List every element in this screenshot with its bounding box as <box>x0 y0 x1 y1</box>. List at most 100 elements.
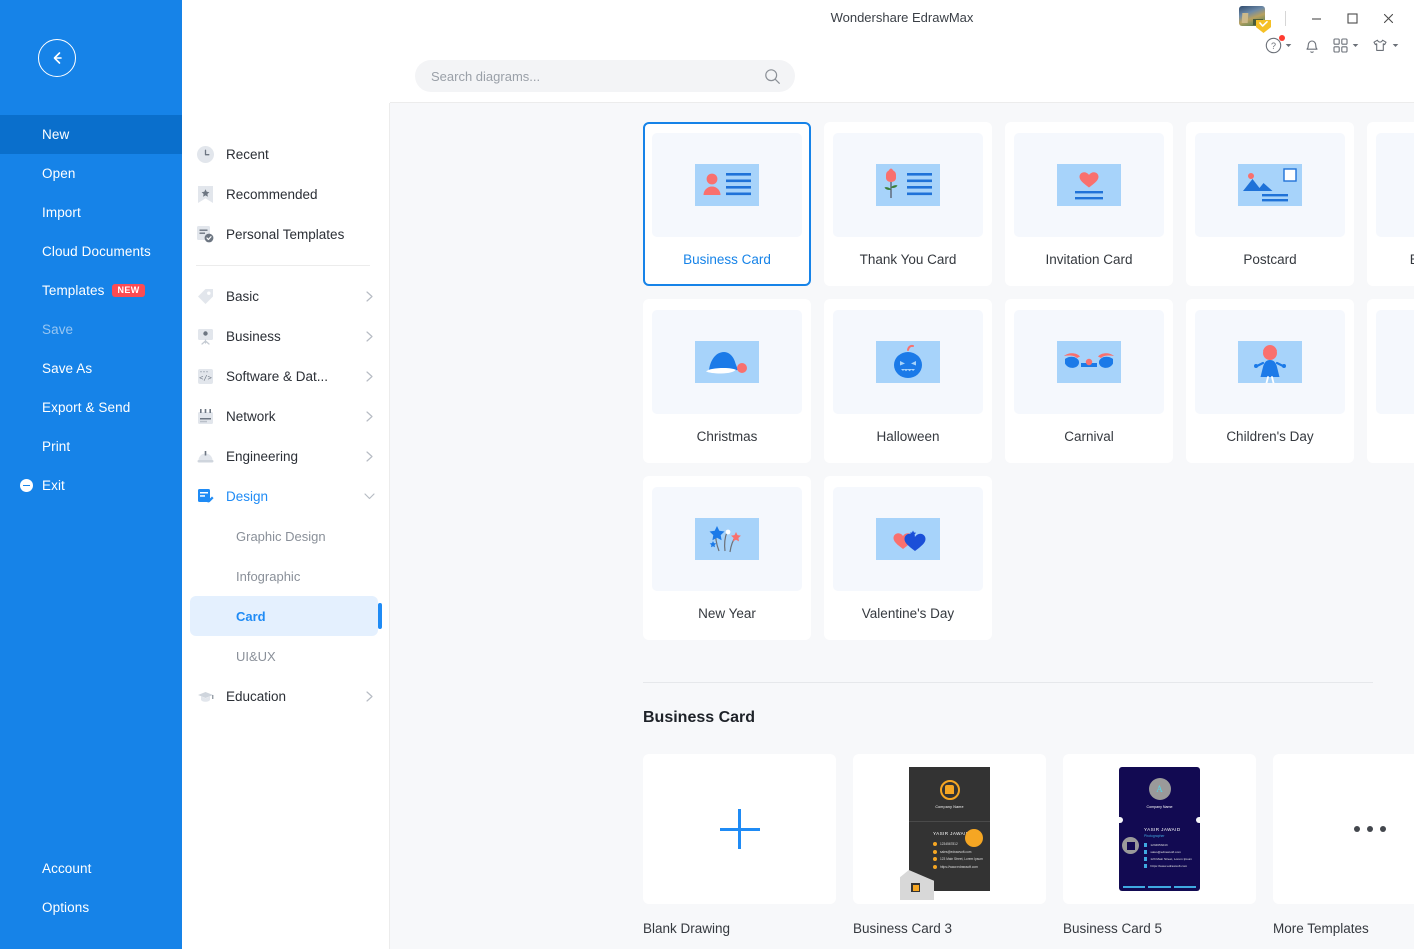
bc5-person-role: Photographer <box>1144 834 1165 838</box>
category-label: Basic <box>226 288 260 304</box>
template-card-valentines-day[interactable]: Valentine's Day <box>824 476 992 640</box>
sidebar-item-exit[interactable]: Exit <box>0 466 182 505</box>
close-icon <box>1383 13 1393 23</box>
business-card-grid: Blank Drawing Company Name YASIR JAWAID … <box>390 727 1414 949</box>
child-icon <box>1238 341 1302 383</box>
helmet-icon <box>196 447 214 465</box>
business-card-more-templates[interactable]: More Templates <box>1273 754 1414 936</box>
search-box[interactable] <box>415 60 795 92</box>
theme-button[interactable] <box>1366 32 1404 58</box>
template-label: New Year <box>698 606 756 621</box>
template-thumbnail <box>1195 133 1345 237</box>
category-recommended[interactable]: Recommended <box>182 174 390 214</box>
template-card-childrens-day[interactable]: Children's Day <box>1186 299 1354 463</box>
bookmark-star-icon <box>196 185 214 203</box>
template-label: Valentine's Day <box>861 606 955 621</box>
category-basic[interactable]: Basic <box>182 276 390 316</box>
bc3-qr-code <box>911 883 920 892</box>
template-thumbnail <box>1195 310 1345 414</box>
template-card-carnival[interactable]: Carnival <box>1005 299 1173 463</box>
content-scroll-area[interactable]: Business Card Thank You Card Invitation … <box>390 103 1414 949</box>
bc5-contact-text: 123 Main Street, Lorem Ipsum <box>1150 857 1193 861</box>
template-card-halloween[interactable]: Halloween <box>824 299 992 463</box>
search-icon[interactable] <box>764 68 781 85</box>
business-card-3[interactable]: Company Name YASIR JAWAID 1234567812 sal… <box>853 754 1046 936</box>
chevron-right-icon <box>362 450 376 462</box>
search-input[interactable] <box>431 68 764 84</box>
blank-drawing-thumbnail <box>643 754 836 904</box>
category-card[interactable]: Card <box>190 596 382 636</box>
category-label: Engineering <box>226 448 299 464</box>
sidebar-item-templates[interactable]: Templates NEW <box>0 271 182 310</box>
category-software-database[interactable]: </> Software & Dat... <box>182 356 390 396</box>
sidebar-item-cloud-documents[interactable]: Cloud Documents <box>0 232 182 271</box>
category-design[interactable]: Design <box>182 476 390 516</box>
sidebar-item-new[interactable]: New <box>0 115 182 154</box>
template-card-birthday-card[interactable]: Birthday Card <box>1367 122 1414 286</box>
business-card-5-preview: A Company Name YASIR JAWAID Photographer <box>1119 767 1200 891</box>
template-thumbnail <box>1014 133 1164 237</box>
sidebar-item-label: Export & Send <box>42 400 131 415</box>
bell-icon <box>1306 39 1318 53</box>
avatar[interactable] <box>1239 6 1271 33</box>
sidebar-item-print[interactable]: Print <box>0 427 182 466</box>
close-button[interactable] <box>1370 4 1406 32</box>
template-label: Postcard <box>1243 252 1297 267</box>
code-icon: </> <box>196 367 214 385</box>
maximize-button[interactable] <box>1334 4 1370 32</box>
exit-icon <box>20 479 33 492</box>
template-thumbnail <box>652 133 802 237</box>
business-card-label: More Templates <box>1273 921 1369 936</box>
category-label: Design <box>226 488 269 504</box>
new-badge: NEW <box>112 284 145 297</box>
template-card-postcard[interactable]: Postcard <box>1186 122 1354 286</box>
category-infographic[interactable]: Infographic <box>190 556 378 596</box>
template-card-business-card[interactable]: Business Card <box>643 122 811 286</box>
bc5-contact-line: https://www.edrawsoft.com <box>1144 864 1200 868</box>
template-card-christmas[interactable]: Christmas <box>643 299 811 463</box>
category-business[interactable]: Business <box>182 316 390 356</box>
postcard-icon <box>1238 164 1302 206</box>
template-card-thank-you-card[interactable]: Thank You Card <box>824 122 992 286</box>
bc3-contact-text: 1234567812 <box>940 842 958 846</box>
business-card-label: Blank Drawing <box>643 921 731 936</box>
sidebar-item-options[interactable]: Options <box>0 888 182 927</box>
sidebar-item-import[interactable]: Import <box>0 193 182 232</box>
chevron-down-icon <box>362 492 376 500</box>
template-thumbnail <box>833 133 983 237</box>
category-engineering[interactable]: Engineering <box>182 436 390 476</box>
bc5-footer-bars <box>1123 886 1196 888</box>
category-graphic-design[interactable]: Graphic Design <box>190 516 378 556</box>
sidebar-item-open[interactable]: Open <box>0 154 182 193</box>
template-card-invitation-card[interactable]: Invitation Card <box>1005 122 1173 286</box>
category-network[interactable]: Network <box>182 396 390 436</box>
category-education[interactable]: Education <box>182 676 390 716</box>
sidebar-item-account[interactable]: Account <box>0 849 182 888</box>
edrawmax-window: New Open Import Cloud Documents Template… <box>0 0 1414 949</box>
back-button[interactable] <box>38 38 76 77</box>
clock-icon <box>196 145 214 163</box>
category-personal-templates[interactable]: Personal Templates <box>182 214 390 254</box>
category-label: Graphic Design <box>236 528 326 544</box>
sidebar-item-save[interactable]: Save <box>0 310 182 349</box>
business-card-5-thumbnail: A Company Name YASIR JAWAID Photographer <box>1063 754 1256 904</box>
help-button[interactable]: ? <box>1260 32 1297 58</box>
graduation-icon <box>196 687 214 705</box>
category-ui-ux[interactable]: UI&UX <box>190 636 378 676</box>
sidebar-item-label: Exit <box>42 478 65 493</box>
category-recent[interactable]: Recent <box>182 134 390 174</box>
notifications-button[interactable] <box>1299 32 1325 58</box>
business-card-5[interactable]: A Company Name YASIR JAWAID Photographer <box>1063 754 1256 936</box>
tag-icon <box>196 287 214 305</box>
bc3-company-name: Company Name <box>935 804 964 809</box>
template-card-new-year[interactable]: New Year <box>643 476 811 640</box>
bc5-contact-text: 1234653243 <box>1150 843 1168 847</box>
apps-button[interactable] <box>1327 32 1364 58</box>
minimize-button[interactable] <box>1298 4 1334 32</box>
sidebar-item-export-send[interactable]: Export & Send <box>0 388 182 427</box>
sidebar-item-save-as[interactable]: Save As <box>0 349 182 388</box>
template-card-easter[interactable]: Easter <box>1367 299 1414 463</box>
sidebar-item-label: Print <box>42 439 71 454</box>
business-card-blank-drawing[interactable]: Blank Drawing <box>643 754 836 936</box>
minimize-icon <box>1311 17 1321 20</box>
